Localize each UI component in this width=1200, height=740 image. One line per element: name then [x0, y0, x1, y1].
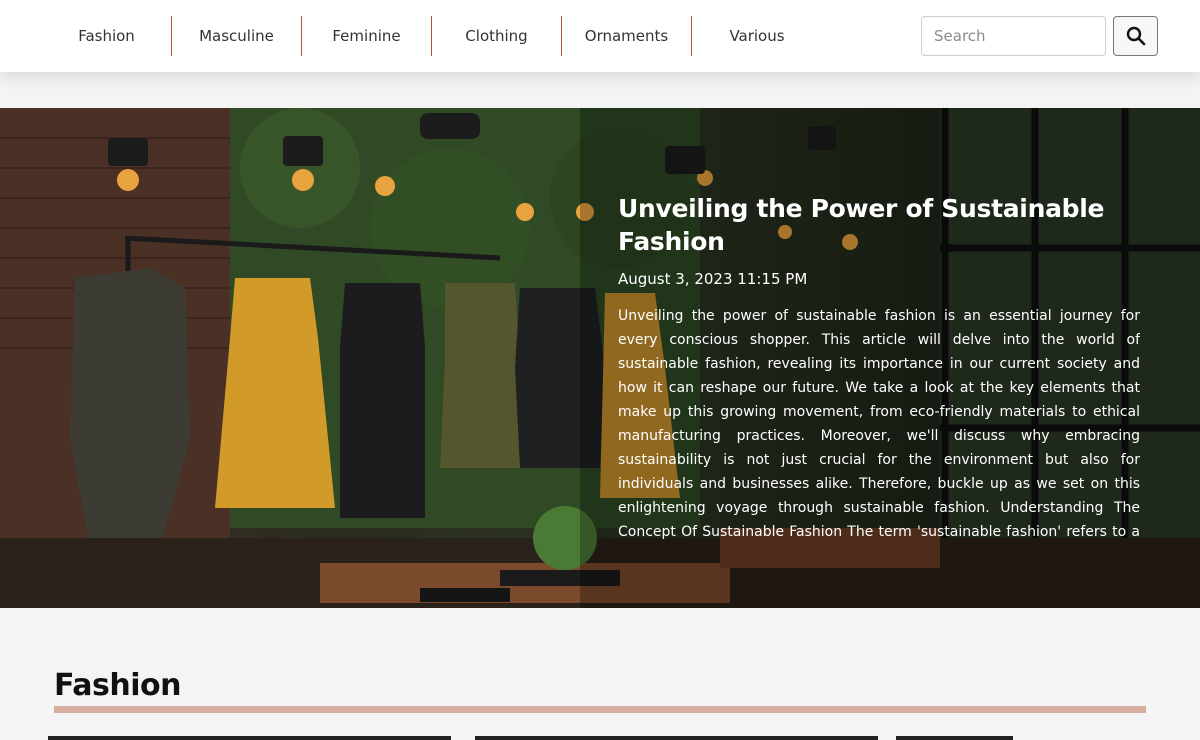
nav-item-clothing[interactable]: Clothing — [432, 16, 562, 56]
nav-item-fashion[interactable]: Fashion — [42, 16, 172, 56]
section-divider — [54, 706, 1146, 713]
nav-item-masculine[interactable]: Masculine — [172, 16, 302, 56]
nav-item-various[interactable]: Various — [692, 16, 822, 56]
hero-excerpt: Unveiling the power of sustainable fashi… — [618, 308, 1140, 540]
section-title: Fashion — [54, 668, 181, 703]
hero-title[interactable]: Unveiling the Power of Sustainable Fashi… — [618, 192, 1140, 258]
hero-date: August 3, 2023 11:15 PM — [618, 270, 808, 288]
hero-content: Unveiling the Power of Sustainable Fashi… — [618, 192, 1140, 544]
article-card-thumbnail[interactable] — [475, 736, 878, 740]
nav-item-ornaments[interactable]: Ornaments — [562, 16, 692, 56]
site-header: Fashion Masculine Feminine Clothing Orna… — [0, 0, 1200, 72]
article-card-thumbnail[interactable] — [48, 736, 451, 740]
article-card-thumbnail[interactable] — [896, 736, 1013, 740]
search-icon — [1126, 26, 1145, 46]
category-nav: Fashion Masculine Feminine Clothing Orna… — [42, 16, 822, 56]
nav-item-feminine[interactable]: Feminine — [302, 16, 432, 56]
featured-article[interactable]: Unveiling the Power of Sustainable Fashi… — [0, 108, 1200, 608]
search-input[interactable] — [921, 16, 1106, 56]
search-button[interactable] — [1113, 16, 1158, 56]
